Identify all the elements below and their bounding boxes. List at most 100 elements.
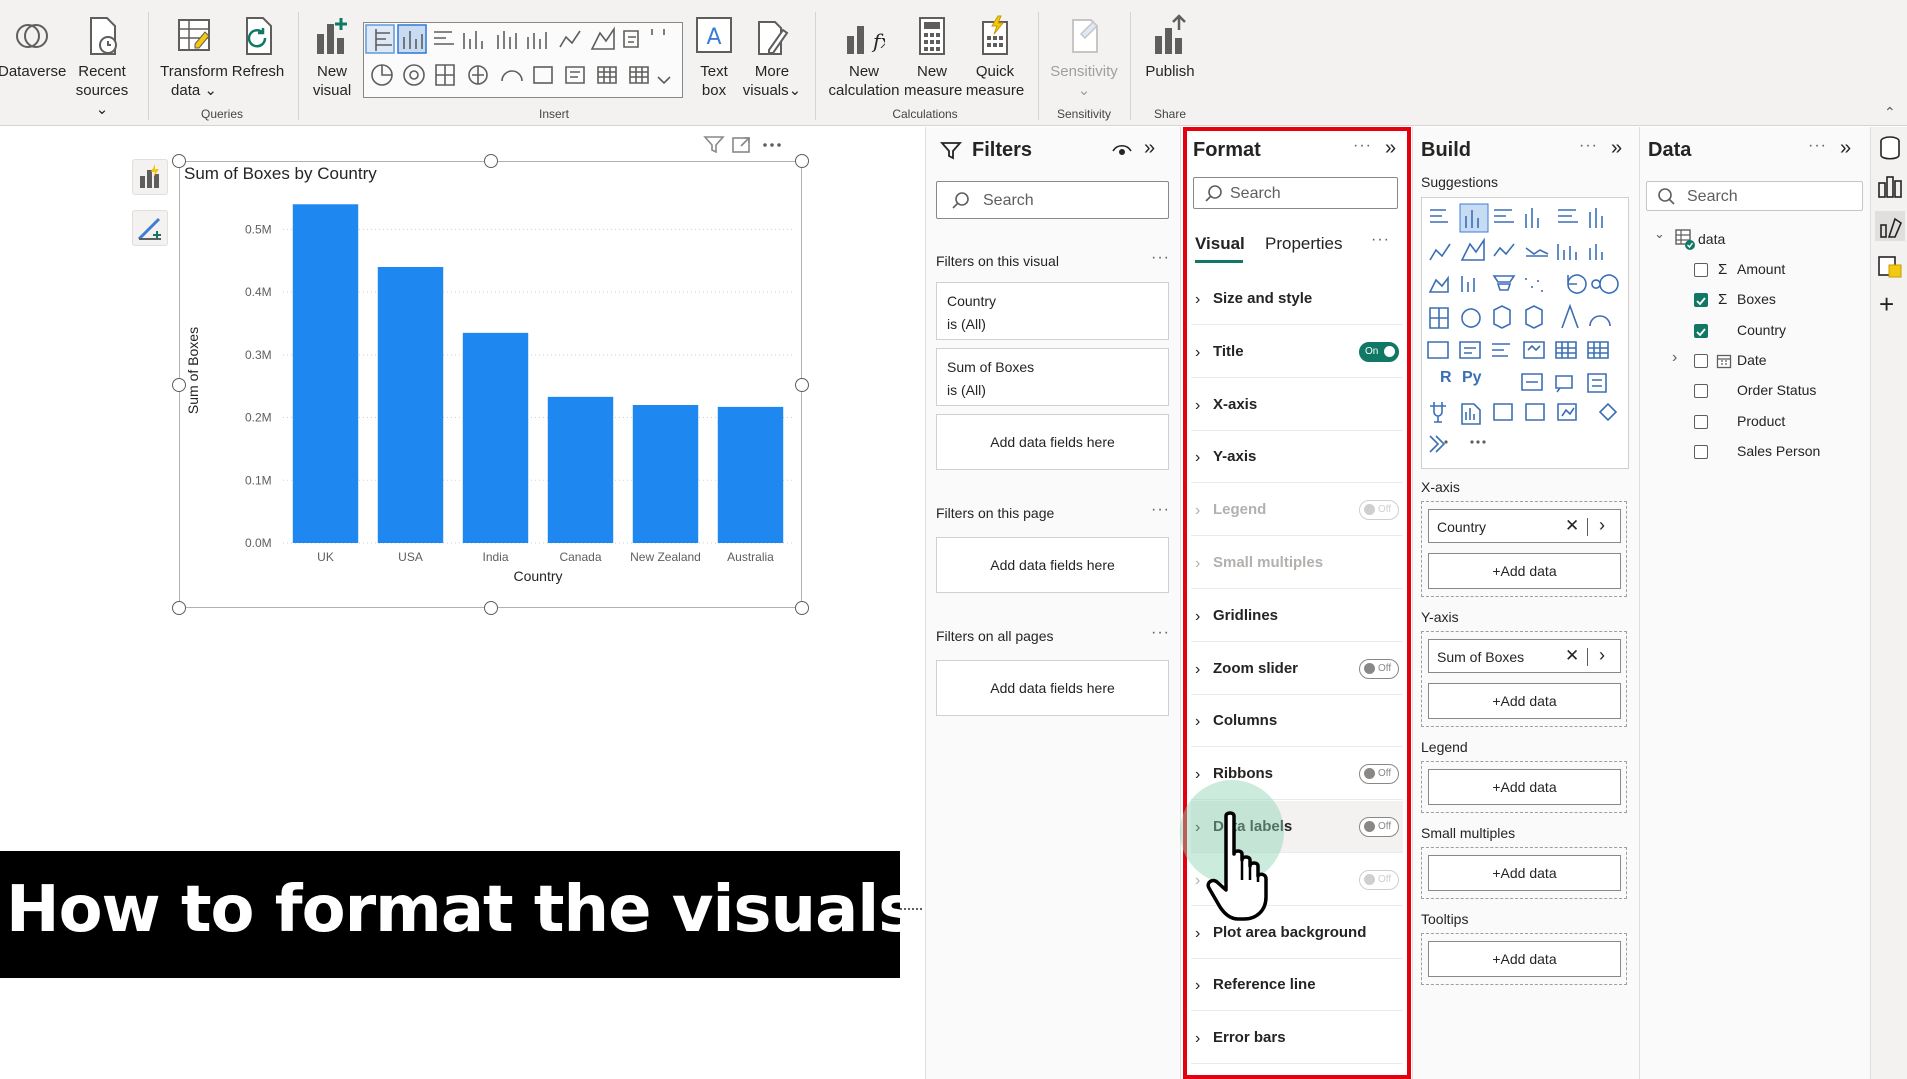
field-well-x-axis[interactable]: Country ✕ › +Add data xyxy=(1421,501,1627,597)
visual-type-icon[interactable] xyxy=(1493,305,1511,329)
bar-australia[interactable] xyxy=(717,406,784,543)
format-section-gridlines[interactable]: › Gridlines xyxy=(1191,590,1403,642)
refresh-button[interactable]: Refresh xyxy=(230,14,286,81)
more-options-icon[interactable]: ··· xyxy=(1151,501,1170,519)
visual-type-icon[interactable] xyxy=(1461,403,1481,425)
toggle-switch[interactable]: Off xyxy=(1359,500,1399,521)
format-section-title[interactable]: › Title On xyxy=(1191,326,1403,378)
data-pane-icon[interactable] xyxy=(1875,133,1905,163)
column-chart-visual[interactable]: Sum of Boxes by Country 0.0M 0.1M 0.2M 0.3M… xyxy=(179,161,802,608)
visual-type-icon[interactable] xyxy=(1430,402,1446,423)
filters-search-input[interactable]: Search xyxy=(936,181,1169,219)
field-checkbox[interactable] xyxy=(1694,384,1708,399)
field-country[interactable]: Country xyxy=(1737,322,1786,344)
toggle-switch[interactable]: On xyxy=(1359,341,1399,362)
visual-type-icon[interactable] xyxy=(1525,208,1539,228)
field-well-legend[interactable]: +Add data xyxy=(1421,761,1627,813)
field-pill[interactable]: Sum of Boxes ✕ › xyxy=(1428,639,1621,673)
visual-type-icon[interactable] xyxy=(1589,315,1611,327)
add-data-fields-all-pages[interactable]: Add data fields here xyxy=(936,660,1169,716)
chevron-right-icon[interactable]: › xyxy=(1599,645,1605,666)
remove-field-icon[interactable]: ✕ xyxy=(1565,646,1579,666)
chevron-right-icon[interactable]: › xyxy=(1599,515,1605,536)
transform-data-button[interactable]: Transform data ⌄ xyxy=(158,14,230,100)
bar-canada[interactable] xyxy=(547,396,614,543)
add-data-button[interactable]: +Add data xyxy=(1428,553,1621,589)
field-checkbox[interactable] xyxy=(1694,353,1708,368)
visual-type-icon[interactable] xyxy=(1555,341,1577,359)
visual-type-icon[interactable] xyxy=(1555,375,1573,393)
format-section-reference-line[interactable]: › Reference line xyxy=(1191,959,1403,1012)
field-date[interactable]: Date xyxy=(1737,352,1767,374)
pane-resize-grip[interactable] xyxy=(900,908,922,910)
new-calculation-button[interactable]: fx New calculation xyxy=(822,14,906,100)
sensitivity-button[interactable]: Sensitivity ⌄ xyxy=(1046,14,1122,100)
more-options-icon[interactable]: ··· xyxy=(1353,137,1372,155)
table-name-data[interactable]: data xyxy=(1698,231,1725,247)
format-section-zoom-slider[interactable]: › Zoom slider Off xyxy=(1191,643,1403,695)
add-data-fields-page[interactable]: Add data fields here xyxy=(936,537,1169,593)
visual-type-icon[interactable] xyxy=(1525,403,1545,421)
visual-type-icon[interactable] xyxy=(1523,341,1545,359)
tab-visual[interactable]: Visual xyxy=(1195,234,1245,254)
recent-sources-button[interactable]: Recent sources ⌄ xyxy=(70,14,134,119)
resize-handle[interactable] xyxy=(795,378,809,392)
format-section-error-bars[interactable]: › Error bars xyxy=(1191,1012,1403,1065)
field-pill[interactable]: Country ✕ › xyxy=(1428,509,1621,543)
remove-field-icon[interactable]: ✕ xyxy=(1565,516,1579,536)
visual-type-icon[interactable] xyxy=(1587,373,1607,393)
field-amount[interactable]: Amount xyxy=(1737,261,1785,283)
visual-type-icon[interactable] xyxy=(1429,307,1449,329)
format-visual-tool-button[interactable] xyxy=(132,159,168,195)
visual-type-icon[interactable] xyxy=(1589,244,1603,260)
analytics-tool-button[interactable] xyxy=(132,210,168,246)
visual-type-icon[interactable] xyxy=(1525,278,1543,292)
collapse-data-icon[interactable]: » xyxy=(1840,137,1851,160)
field-well-small-multiples[interactable]: +Add data xyxy=(1421,847,1627,899)
resize-handle[interactable] xyxy=(484,601,498,615)
visual-type-icon[interactable] xyxy=(1460,237,1485,261)
resize-handle[interactable] xyxy=(172,378,186,392)
format-section-x-axis[interactable]: › X-axis xyxy=(1191,379,1403,431)
field-order-status[interactable]: Order Status xyxy=(1737,382,1816,404)
visual-type-icon[interactable] xyxy=(1521,373,1543,391)
visual-type-icon[interactable] xyxy=(1587,341,1609,359)
chevron-down-icon[interactable]: ⌄ xyxy=(1654,226,1665,242)
filter-card-country[interactable]: Country is (All) xyxy=(936,282,1169,340)
new-visual-button[interactable]: New visual xyxy=(306,14,358,100)
add-data-button[interactable]: +Add data xyxy=(1428,855,1621,891)
resize-handle[interactable] xyxy=(484,154,498,168)
text-box-button[interactable]: A Text box xyxy=(690,14,738,100)
visual-type-icon[interactable] xyxy=(1598,402,1618,422)
bar-india[interactable] xyxy=(462,332,529,543)
format-section-columns[interactable]: › Columns xyxy=(1191,695,1403,748)
field-checkbox[interactable] xyxy=(1694,323,1708,338)
chevron-right-icon[interactable]: › xyxy=(1672,349,1677,367)
field-checkbox[interactable] xyxy=(1694,444,1708,459)
collapse-build-icon[interactable]: » xyxy=(1611,137,1622,160)
visual-type-icon[interactable] xyxy=(1567,274,1587,294)
more-options-icon[interactable]: ··· xyxy=(1579,137,1598,155)
visual-type-icon[interactable] xyxy=(1427,341,1449,359)
toggle-switch[interactable]: Off xyxy=(1359,658,1399,679)
visual-type-icon[interactable] xyxy=(1558,209,1578,223)
visual-type-icon[interactable] xyxy=(1525,305,1543,329)
visual-type-icon[interactable] xyxy=(1525,247,1549,257)
toggle-switch[interactable]: Off xyxy=(1359,764,1399,785)
field-well-y-axis[interactable]: Sum of Boxes ✕ › +Add data xyxy=(1421,631,1627,727)
visual-type-icon[interactable] xyxy=(1591,274,1619,294)
more-visuals-button[interactable]: More visuals⌄ xyxy=(742,14,802,100)
visual-type-icon[interactable] xyxy=(1429,435,1446,453)
bar-usa[interactable] xyxy=(377,267,444,543)
collapse-ribbon-icon[interactable]: ⌃ xyxy=(1884,104,1896,121)
visual-type-icon[interactable] xyxy=(1494,209,1514,223)
visual-type-icon[interactable] xyxy=(1492,343,1510,357)
visual-type-icon[interactable] xyxy=(1557,244,1577,260)
field-checkbox[interactable] xyxy=(1694,414,1708,429)
bookmarks-pane-icon[interactable] xyxy=(1875,251,1905,281)
field-checkbox[interactable] xyxy=(1694,293,1708,308)
more-options-icon[interactable]: ··· xyxy=(1151,249,1170,267)
format-section-y-axis[interactable]: › Y-axis xyxy=(1191,431,1403,484)
bar-new-zealand[interactable] xyxy=(632,405,699,543)
visual-type-icon[interactable] xyxy=(1461,308,1481,328)
